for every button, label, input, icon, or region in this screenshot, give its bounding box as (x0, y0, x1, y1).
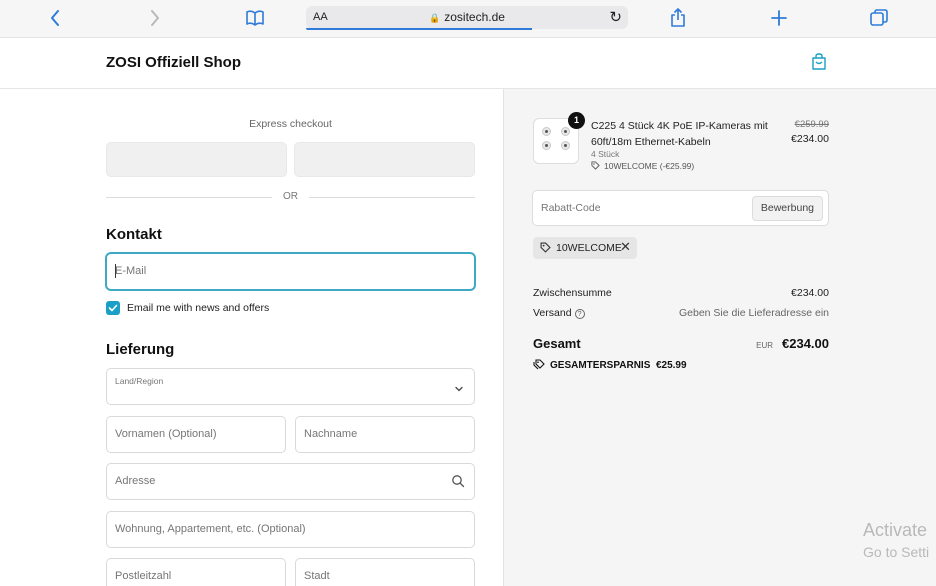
total-label: Gesamt (533, 336, 581, 351)
new-tab-icon[interactable] (767, 7, 791, 29)
address-field[interactable]: Adresse (106, 463, 475, 500)
tag-icon (540, 242, 551, 253)
divider-line-right (309, 197, 475, 198)
url-text: zositech.de (444, 10, 505, 24)
checkout-form: Express checkout OR Kontakt E-Mail Email… (0, 89, 503, 586)
shop-title[interactable]: ZOSI Offiziell Shop (106, 54, 241, 71)
shopping-bag-icon[interactable] (810, 53, 830, 73)
discount-code-placeholder: Rabatt-Code (541, 202, 601, 214)
country-label: Land/Region (115, 376, 164, 386)
lock-icon: 🔒 (429, 13, 441, 23)
postal-code-placeholder: Postleitzahl (115, 570, 172, 582)
address-placeholder: Adresse (115, 475, 156, 487)
subtotal-label: Zwischensumme (533, 287, 612, 299)
product-discount: 10WELCOME (-€25.99) (591, 161, 694, 171)
original-price: €259.99 (794, 119, 829, 130)
chevron-down-icon (454, 381, 464, 392)
windows-activation-subtitle: Go to Setti (863, 544, 930, 560)
applied-discount-code: 10WELCOME (556, 242, 622, 254)
last-name-placeholder: Nachname (304, 428, 358, 440)
address-bar[interactable]: AA 🔒 zositech.de ↻ (306, 6, 628, 30)
forward-icon[interactable] (143, 7, 167, 29)
apartment-field[interactable]: Wohnung, Appartement, etc. (Optional) (106, 511, 475, 548)
reload-icon[interactable]: ↻ (609, 8, 622, 26)
email-placeholder: E-Mail (115, 265, 147, 277)
first-name-placeholder: Vornamen (Optional) (115, 428, 217, 440)
camera-image (561, 127, 570, 136)
subtotal-value: €234.00 (791, 287, 829, 299)
tag-icon (591, 161, 600, 170)
savings-tag-icon (533, 359, 545, 370)
savings-label: GESAMTERSPARNIS (550, 360, 651, 371)
quantity-badge: 1 (568, 112, 585, 129)
applied-discount-chip: 10WELCOME ✕ (533, 237, 637, 259)
shipping-label: Versand (533, 307, 572, 319)
remove-discount-icon[interactable]: ✕ (620, 239, 631, 255)
share-icon[interactable] (666, 7, 690, 29)
product-variant: 4 Stück (591, 149, 620, 159)
apartment-placeholder: Wohnung, Appartement, etc. (Optional) (115, 523, 306, 535)
country-select[interactable]: Land/Region (106, 368, 475, 405)
city-placeholder: Stadt (304, 570, 330, 582)
newsletter-checkbox[interactable] (106, 301, 120, 315)
search-icon (451, 474, 465, 488)
email-field[interactable]: E-Mail (106, 253, 475, 290)
bookmarks-icon[interactable] (243, 7, 267, 29)
page-load-progress (306, 28, 532, 30)
camera-image (561, 141, 570, 150)
item-price: €234.00 (791, 133, 829, 145)
first-name-field[interactable]: Vornamen (Optional) (106, 416, 286, 453)
contact-heading: Kontakt (106, 226, 162, 243)
apply-discount-button[interactable]: Bewerbung (751, 196, 823, 221)
camera-image (542, 127, 551, 136)
windows-activation-title: Activate (863, 520, 928, 540)
shop-header: ZOSI Offiziell Shop (0, 38, 936, 89)
currency-code: EUR (756, 341, 773, 350)
tabs-overview-icon[interactable] (867, 7, 891, 29)
product-discount-text: 10WELCOME (-€25.99) (604, 161, 695, 171)
express-pay-button-2[interactable] (294, 142, 475, 177)
shipping-value: Geben Sie die Lieferadresse ein (678, 307, 829, 319)
total-savings: GESAMTERSPARNIS €25.99 (533, 359, 687, 371)
express-checkout-label: Express checkout (249, 118, 332, 130)
discount-code-field[interactable]: Rabatt-Code Bewerbung (532, 190, 829, 226)
or-divider: OR (106, 191, 475, 203)
city-field[interactable]: Stadt (295, 558, 475, 586)
browser-toolbar: AA 🔒 zositech.de ↻ (0, 0, 936, 38)
delivery-heading: Lieferung (106, 341, 175, 358)
postal-code-field[interactable]: Postleitzahl (106, 558, 286, 586)
last-name-field[interactable]: Nachname (295, 416, 475, 453)
help-icon[interactable]: ? (574, 309, 585, 319)
order-summary: 1 C225 4 Stück 4K PoE IP-Kameras mit 60f… (503, 89, 936, 586)
total-value: €234.00 (782, 336, 829, 351)
newsletter-label[interactable]: Email me with news and offers (127, 302, 269, 314)
url-field[interactable]: 🔒 zositech.de (306, 10, 628, 24)
savings-value: €25.99 (655, 360, 687, 371)
product-name: C225 4 Stück 4K PoE IP-Kameras mit 60ft/… (591, 120, 768, 148)
camera-image (542, 141, 551, 150)
back-icon[interactable] (43, 7, 67, 29)
shipping-row: Versand? (533, 307, 585, 319)
express-pay-button-1[interactable] (106, 142, 287, 177)
